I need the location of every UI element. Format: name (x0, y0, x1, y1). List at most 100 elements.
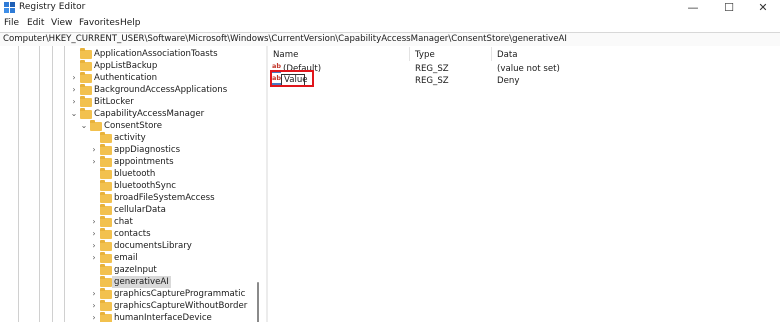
minimize-icon: — (687, 1, 699, 14)
menu-help[interactable]: Help (120, 18, 141, 28)
folder-icon (100, 156, 112, 167)
chevron-right-icon[interactable]: › (90, 289, 98, 299)
maximize-button[interactable]: ☐ (712, 0, 746, 16)
tree-item-label: humanInterfaceDevice (114, 313, 212, 322)
tree-item-label: activity (114, 133, 146, 143)
folder-icon (100, 300, 112, 311)
folder-icon (100, 276, 112, 287)
folder-icon (80, 84, 92, 95)
value-type: REG_SZ (415, 64, 449, 74)
tree-item-label: AppListBackup (94, 61, 158, 71)
menu-favorites[interactable]: Favorites (79, 18, 120, 28)
tree-item-label: email (114, 253, 138, 263)
registry-editor-icon (4, 2, 15, 13)
tree-item-label: BitLocker (94, 97, 134, 107)
tree-item-label: ApplicationAssociationToasts (94, 49, 218, 59)
folder-icon (100, 204, 112, 215)
chevron-right-icon[interactable]: › (90, 241, 98, 251)
tree-guide-line (64, 46, 65, 322)
folder-icon (100, 252, 112, 263)
tree-guide-line (39, 46, 40, 322)
folder-icon (100, 180, 112, 191)
chevron-right-icon[interactable]: › (90, 301, 98, 311)
chevron-right-icon[interactable]: › (70, 97, 78, 107)
tree-item-label: bluetooth (114, 169, 156, 179)
minimize-button[interactable]: — (676, 0, 710, 16)
folder-icon (100, 192, 112, 203)
registry-tree[interactable]: ApplicationAssociationToasts AppListBack… (0, 46, 266, 322)
chevron-down-icon[interactable]: ⌄ (70, 109, 78, 119)
value-type: REG_SZ (415, 76, 449, 86)
maximize-icon: ☐ (724, 1, 734, 14)
folder-icon (100, 288, 112, 299)
menu-view[interactable]: View (51, 18, 72, 28)
value-data: Deny (497, 76, 520, 86)
menu-edit[interactable]: Edit (27, 18, 44, 28)
chevron-right-icon[interactable]: › (90, 313, 98, 322)
value-data: (value not set) (497, 64, 560, 74)
folder-icon (80, 48, 92, 59)
tree-item-label: cellularData (114, 205, 166, 215)
folder-icon (80, 108, 92, 119)
chevron-right-icon[interactable]: › (70, 85, 78, 95)
tree-item-label: appDiagnostics (114, 145, 181, 155)
tree-item-label: BackgroundAccessApplications (94, 85, 228, 95)
window-title: Registry Editor (19, 2, 86, 12)
close-button[interactable]: ✕ (746, 0, 780, 16)
chevron-right-icon[interactable]: › (90, 217, 98, 227)
chevron-icon[interactable] (90, 193, 98, 203)
address-path[interactable]: Computer\HKEY_CURRENT_USER\Software\Micr… (3, 34, 567, 44)
chevron-right-icon[interactable]: › (90, 157, 98, 167)
folder-icon (100, 228, 112, 239)
folder-icon (80, 72, 92, 83)
chevron-icon[interactable] (90, 133, 98, 143)
value-row-editing[interactable]: ab Value REG_SZ Deny (268, 74, 780, 87)
value-row[interactable]: ab (Default) REG_SZ (value not set) (268, 63, 780, 75)
chevron-right-icon[interactable]: › (70, 73, 78, 83)
column-header-type[interactable]: Type (415, 50, 435, 60)
tree-item-label: Authentication (94, 73, 158, 83)
folder-icon (100, 132, 112, 143)
tree-guide-line (52, 46, 53, 322)
chevron-icon[interactable] (90, 169, 98, 179)
menu-file[interactable]: File (4, 18, 19, 28)
menu-bar: File Edit View Favorites Help (0, 17, 780, 31)
chevron-right-icon[interactable]: › (90, 145, 98, 155)
folder-icon (90, 120, 102, 131)
chevron-icon[interactable] (90, 205, 98, 215)
column-divider[interactable] (491, 47, 492, 61)
chevron-right-icon[interactable]: › (90, 229, 98, 239)
tree-item-label: ConsentStore (104, 121, 162, 131)
column-header-name[interactable]: Name (273, 50, 298, 60)
folder-icon (100, 240, 112, 251)
chevron-icon[interactable] (90, 277, 98, 287)
values-list[interactable]: Name Type Data ab (Default) REG_SZ (valu… (268, 46, 780, 322)
chevron-icon[interactable] (90, 265, 98, 275)
column-divider[interactable] (409, 47, 410, 61)
tree-item-label: documentsLibrary (114, 241, 192, 251)
chevron-icon[interactable] (90, 181, 98, 191)
tree-item-label: CapabilityAccessManager (94, 109, 205, 119)
close-icon: ✕ (758, 1, 768, 14)
folder-icon (100, 312, 112, 322)
tree-scrollbar[interactable] (257, 282, 259, 322)
tree-item-label: graphicsCaptureWithoutBorder (114, 301, 248, 311)
tree-item-label: appointments (114, 157, 174, 167)
tree-item-label: contacts (114, 229, 151, 239)
column-header-data[interactable]: Data (497, 50, 518, 60)
folder-icon (100, 216, 112, 227)
address-bar[interactable]: Computer\HKEY_CURRENT_USER\Software\Micr… (0, 32, 780, 47)
folder-icon (100, 168, 112, 179)
tree-item-label: chat (114, 217, 133, 227)
chevron-icon[interactable] (70, 49, 78, 59)
chevron-right-icon[interactable]: › (90, 253, 98, 263)
tree-item-label: broadFileSystemAccess (114, 193, 215, 203)
title-bar: Registry Editor — ☐ ✕ (0, 0, 780, 16)
folder-icon (80, 96, 92, 107)
chevron-icon[interactable] (70, 61, 78, 71)
red-highlight-box (270, 70, 314, 87)
tree-guide-line (18, 46, 19, 322)
chevron-down-icon[interactable]: ⌄ (80, 121, 88, 131)
tree-item-label: graphicsCaptureProgrammatic (114, 289, 246, 299)
tree-item-label: gazeInput (114, 265, 157, 275)
